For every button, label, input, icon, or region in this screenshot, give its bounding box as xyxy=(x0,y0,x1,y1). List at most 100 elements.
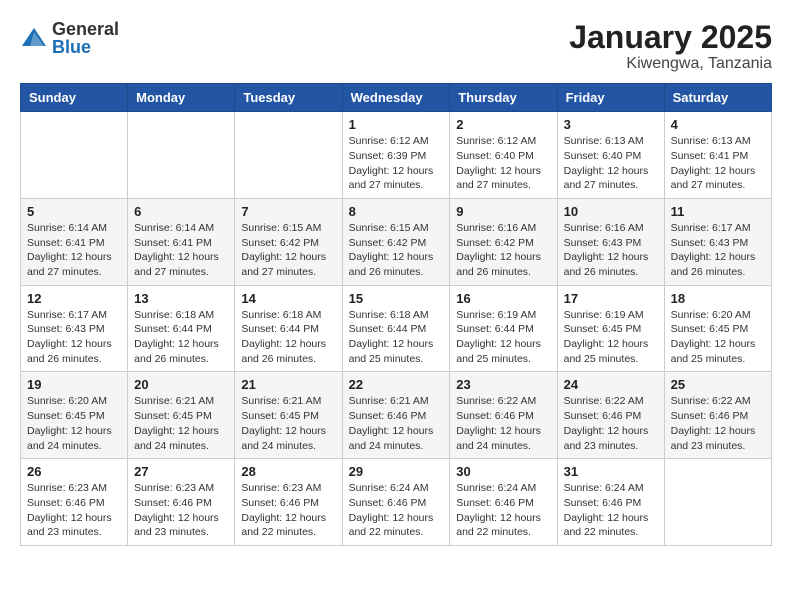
calendar-day-5: 5 Sunrise: 6:14 AM Sunset: 6:41 PM Daylig… xyxy=(21,198,128,285)
day-info: Sunrise: 6:20 AM Sunset: 6:45 PM Dayligh… xyxy=(27,394,121,453)
weekday-header-tuesday: Tuesday xyxy=(235,84,342,112)
day-number: 23 xyxy=(456,377,550,392)
calendar-day-31: 31 Sunrise: 6:24 AM Sunset: 6:46 PM Dayli… xyxy=(557,459,664,546)
calendar: SundayMondayTuesdayWednesdayThursdayFrid… xyxy=(20,83,772,546)
calendar-day-11: 11 Sunrise: 6:17 AM Sunset: 6:43 PM Dayli… xyxy=(664,198,771,285)
logo-icon xyxy=(20,24,48,52)
day-number: 10 xyxy=(564,204,658,219)
day-number: 18 xyxy=(671,291,765,306)
calendar-empty-cell xyxy=(21,112,128,199)
calendar-day-16: 16 Sunrise: 6:19 AM Sunset: 6:44 PM Dayli… xyxy=(450,285,557,372)
calendar-day-29: 29 Sunrise: 6:24 AM Sunset: 6:46 PM Dayli… xyxy=(342,459,450,546)
day-info: Sunrise: 6:18 AM Sunset: 6:44 PM Dayligh… xyxy=(241,308,335,367)
day-number: 3 xyxy=(564,117,658,132)
calendar-day-7: 7 Sunrise: 6:15 AM Sunset: 6:42 PM Daylig… xyxy=(235,198,342,285)
weekday-header-thursday: Thursday xyxy=(450,84,557,112)
day-number: 2 xyxy=(456,117,550,132)
day-info: Sunrise: 6:15 AM Sunset: 6:42 PM Dayligh… xyxy=(241,221,335,280)
calendar-day-10: 10 Sunrise: 6:16 AM Sunset: 6:43 PM Dayli… xyxy=(557,198,664,285)
day-info: Sunrise: 6:18 AM Sunset: 6:44 PM Dayligh… xyxy=(134,308,228,367)
day-info: Sunrise: 6:22 AM Sunset: 6:46 PM Dayligh… xyxy=(671,394,765,453)
day-number: 21 xyxy=(241,377,335,392)
weekday-header-friday: Friday xyxy=(557,84,664,112)
day-number: 27 xyxy=(134,464,228,479)
calendar-day-26: 26Sunrise: 6:23 AM Sunset: 6:46 PM Dayli… xyxy=(21,459,128,546)
day-number: 15 xyxy=(349,291,444,306)
day-number: 25 xyxy=(671,377,765,392)
day-info: Sunrise: 6:12 AM Sunset: 6:40 PM Dayligh… xyxy=(456,134,550,193)
day-number: 5 xyxy=(27,204,121,219)
day-info: Sunrise: 6:16 AM Sunset: 6:42 PM Dayligh… xyxy=(456,221,550,280)
day-number: 6 xyxy=(134,204,228,219)
day-info: Sunrise: 6:21 AM Sunset: 6:46 PM Dayligh… xyxy=(349,394,444,453)
title-area: January 2025 Kiwengwa, Tanzania xyxy=(569,20,772,73)
calendar-empty-cell xyxy=(235,112,342,199)
day-info: Sunrise: 6:14 AM Sunset: 6:41 PM Dayligh… xyxy=(134,221,228,280)
logo-text-general: General xyxy=(52,20,119,38)
calendar-day-9: 9 Sunrise: 6:16 AM Sunset: 6:42 PM Daylig… xyxy=(450,198,557,285)
calendar-day-30: 30 Sunrise: 6:24 AM Sunset: 6:46 PM Dayli… xyxy=(450,459,557,546)
day-info: Sunrise: 6:12 AM Sunset: 6:39 PM Dayligh… xyxy=(349,134,444,193)
calendar-week-row: 19 Sunrise: 6:20 AM Sunset: 6:45 PM Dayli… xyxy=(21,372,772,459)
day-info: Sunrise: 6:14 AM Sunset: 6:41 PM Dayligh… xyxy=(27,221,121,280)
calendar-day-24: 24 Sunrise: 6:22 AM Sunset: 6:46 PM Dayli… xyxy=(557,372,664,459)
calendar-week-row: 12Sunrise: 6:17 AM Sunset: 6:43 PM Dayli… xyxy=(21,285,772,372)
calendar-day-28: 28Sunrise: 6:23 AM Sunset: 6:46 PM Dayli… xyxy=(235,459,342,546)
day-info: Sunrise: 6:23 AM Sunset: 6:46 PM Dayligh… xyxy=(241,481,335,540)
day-number: 11 xyxy=(671,204,765,219)
calendar-day-3: 3Sunrise: 6:13 AM Sunset: 6:40 PM Daylig… xyxy=(557,112,664,199)
calendar-week-row: 5 Sunrise: 6:14 AM Sunset: 6:41 PM Daylig… xyxy=(21,198,772,285)
calendar-day-12: 12Sunrise: 6:17 AM Sunset: 6:43 PM Dayli… xyxy=(21,285,128,372)
calendar-day-18: 18Sunrise: 6:20 AM Sunset: 6:45 PM Dayli… xyxy=(664,285,771,372)
day-number: 1 xyxy=(349,117,444,132)
day-info: Sunrise: 6:19 AM Sunset: 6:45 PM Dayligh… xyxy=(564,308,658,367)
calendar-day-14: 14 Sunrise: 6:18 AM Sunset: 6:44 PM Dayli… xyxy=(235,285,342,372)
calendar-day-17: 17 Sunrise: 6:19 AM Sunset: 6:45 PM Dayli… xyxy=(557,285,664,372)
day-number: 14 xyxy=(241,291,335,306)
day-info: Sunrise: 6:22 AM Sunset: 6:46 PM Dayligh… xyxy=(456,394,550,453)
weekday-header-sunday: Sunday xyxy=(21,84,128,112)
day-info: Sunrise: 6:19 AM Sunset: 6:44 PM Dayligh… xyxy=(456,308,550,367)
calendar-week-row: 1 Sunrise: 6:12 AM Sunset: 6:39 PM Daylig… xyxy=(21,112,772,199)
header: General Blue January 2025 Kiwengwa, Tanz… xyxy=(20,20,772,73)
calendar-week-row: 26 Sunrise: 6:23 AM Sunset: 6:46 PM Dayli… xyxy=(21,459,772,546)
calendar-header-row: SundayMondayTuesdayWednesdayThursdayFrid… xyxy=(21,84,772,112)
day-number: 12 xyxy=(27,291,121,306)
day-number: 13 xyxy=(134,291,228,306)
day-info: Sunrise: 6:24 AM Sunset: 6:46 PM Dayligh… xyxy=(349,481,444,540)
day-number: 8 xyxy=(349,204,444,219)
day-number: 17 xyxy=(564,291,658,306)
day-number: 24 xyxy=(564,377,658,392)
day-number: 31 xyxy=(564,464,658,479)
day-number: 19 xyxy=(27,377,121,392)
day-info: Sunrise: 6:15 AM Sunset: 6:42 PM Dayligh… xyxy=(349,221,444,280)
day-info: Sunrise: 6:21 AM Sunset: 6:45 PM Dayligh… xyxy=(134,394,228,453)
day-info: Sunrise: 6:16 AM Sunset: 6:43 PM Dayligh… xyxy=(564,221,658,280)
calendar-day-20: 20Sunrise: 6:21 AM Sunset: 6:45 PM Dayli… xyxy=(128,372,235,459)
location-title: Kiwengwa, Tanzania xyxy=(569,55,772,73)
day-number: 26 xyxy=(27,464,121,479)
day-number: 7 xyxy=(241,204,335,219)
calendar-day-22: 22Sunrise: 6:21 AM Sunset: 6:46 PM Dayli… xyxy=(342,372,450,459)
day-number: 16 xyxy=(456,291,550,306)
day-number: 9 xyxy=(456,204,550,219)
calendar-day-21: 21Sunrise: 6:21 AM Sunset: 6:45 PM Dayli… xyxy=(235,372,342,459)
day-info: Sunrise: 6:17 AM Sunset: 6:43 PM Dayligh… xyxy=(671,221,765,280)
calendar-day-27: 27 Sunrise: 6:23 AM Sunset: 6:46 PM Dayli… xyxy=(128,459,235,546)
weekday-header-wednesday: Wednesday xyxy=(342,84,450,112)
calendar-empty-cell xyxy=(128,112,235,199)
day-info: Sunrise: 6:22 AM Sunset: 6:46 PM Dayligh… xyxy=(564,394,658,453)
weekday-header-monday: Monday xyxy=(128,84,235,112)
logo: General Blue xyxy=(20,20,119,56)
day-number: 29 xyxy=(349,464,444,479)
calendar-day-25: 25 Sunrise: 6:22 AM Sunset: 6:46 PM Dayli… xyxy=(664,372,771,459)
day-info: Sunrise: 6:13 AM Sunset: 6:41 PM Dayligh… xyxy=(671,134,765,193)
day-info: Sunrise: 6:24 AM Sunset: 6:46 PM Dayligh… xyxy=(564,481,658,540)
day-info: Sunrise: 6:23 AM Sunset: 6:46 PM Dayligh… xyxy=(134,481,228,540)
day-number: 30 xyxy=(456,464,550,479)
month-title: January 2025 xyxy=(569,20,772,55)
weekday-header-saturday: Saturday xyxy=(664,84,771,112)
day-info: Sunrise: 6:18 AM Sunset: 6:44 PM Dayligh… xyxy=(349,308,444,367)
day-info: Sunrise: 6:24 AM Sunset: 6:46 PM Dayligh… xyxy=(456,481,550,540)
calendar-day-4: 4Sunrise: 6:13 AM Sunset: 6:41 PM Daylig… xyxy=(664,112,771,199)
